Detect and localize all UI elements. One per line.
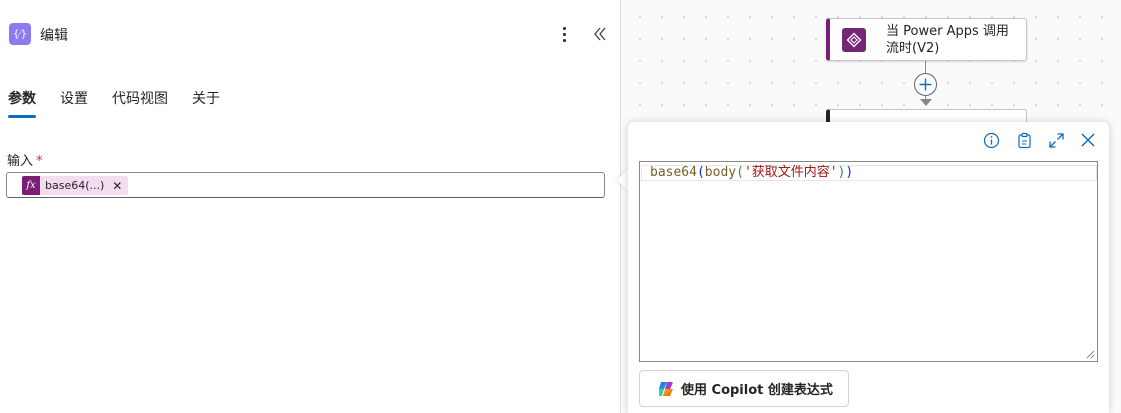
create-with-copilot-button[interactable]: 使用 Copilot 创建表达式	[639, 370, 849, 407]
double-chevron-left-icon	[594, 27, 606, 41]
copy-button[interactable]	[1014, 130, 1034, 150]
close-button[interactable]	[1078, 130, 1098, 150]
token-label: base64(...)	[45, 179, 105, 192]
panel-title: 编辑	[40, 28, 68, 44]
trigger-node-title: 当 Power Apps 调用 流时(V2)	[886, 23, 1026, 57]
more-dot	[562, 38, 566, 42]
code-string: '获取文件内容'	[743, 165, 838, 180]
tab-parameters[interactable]: 参数	[8, 88, 36, 118]
code-paren: (	[696, 165, 705, 180]
code-function: body	[704, 165, 737, 180]
expression-token[interactable]: fx base64(...) ✕	[22, 176, 129, 195]
code-paren: (	[736, 165, 744, 180]
function-icon: fx	[22, 176, 40, 195]
more-dot	[562, 32, 566, 36]
input-field[interactable]: fx base64(...) ✕	[6, 172, 605, 198]
input-label-text: 输入	[7, 154, 34, 169]
expression-code: base64(body('获取文件内容'))	[650, 165, 853, 181]
collapse-panel-button[interactable]	[590, 24, 610, 44]
remove-token-button[interactable]: ✕	[112, 179, 122, 193]
copilot-icon	[658, 381, 673, 396]
tab-code-view[interactable]: 代码视图	[112, 88, 168, 118]
expression-icon: {⁄}	[9, 23, 31, 45]
more-vertical-icon	[562, 26, 566, 30]
info-button[interactable]	[981, 130, 1001, 150]
panel-header: {⁄} 编辑	[0, 0, 621, 70]
input-field-label: 输入 *	[7, 150, 43, 169]
add-step-button[interactable]	[914, 73, 937, 96]
expression-input[interactable]: base64(body('获取文件内容'))	[639, 161, 1098, 362]
tab-about[interactable]: 关于	[192, 88, 220, 118]
code-function: base64	[650, 165, 697, 180]
trigger-node[interactable]: 当 Power Apps 调用 流时(V2)	[826, 18, 1027, 61]
clipboard-icon	[1017, 132, 1031, 148]
trigger-node-line1: 当 Power Apps 调用	[886, 24, 1009, 39]
expression-editor-popup: base64(body('获取文件内容')) 使用 Copilot 创建表达式	[628, 122, 1109, 413]
arrow-down-icon	[920, 99, 932, 106]
more-options-button[interactable]	[556, 22, 572, 46]
code-paren: )	[845, 165, 854, 180]
edit-panel: {⁄} 编辑 参数 设置 代码视图 关于 输入 * fx base64(...) …	[0, 0, 621, 413]
plus-icon	[919, 78, 932, 91]
expand-icon	[1048, 132, 1064, 148]
tab-settings[interactable]: 设置	[60, 88, 88, 118]
power-apps-icon	[842, 28, 866, 52]
info-icon	[983, 132, 999, 148]
expand-button[interactable]	[1046, 130, 1066, 150]
required-marker: *	[36, 154, 43, 169]
trigger-node-line2: 流时(V2)	[886, 41, 940, 56]
close-icon	[1081, 133, 1095, 147]
copilot-button-label: 使用 Copilot 创建表达式	[681, 383, 833, 398]
connector-line	[925, 61, 926, 73]
resize-grip-icon[interactable]	[1086, 350, 1095, 359]
